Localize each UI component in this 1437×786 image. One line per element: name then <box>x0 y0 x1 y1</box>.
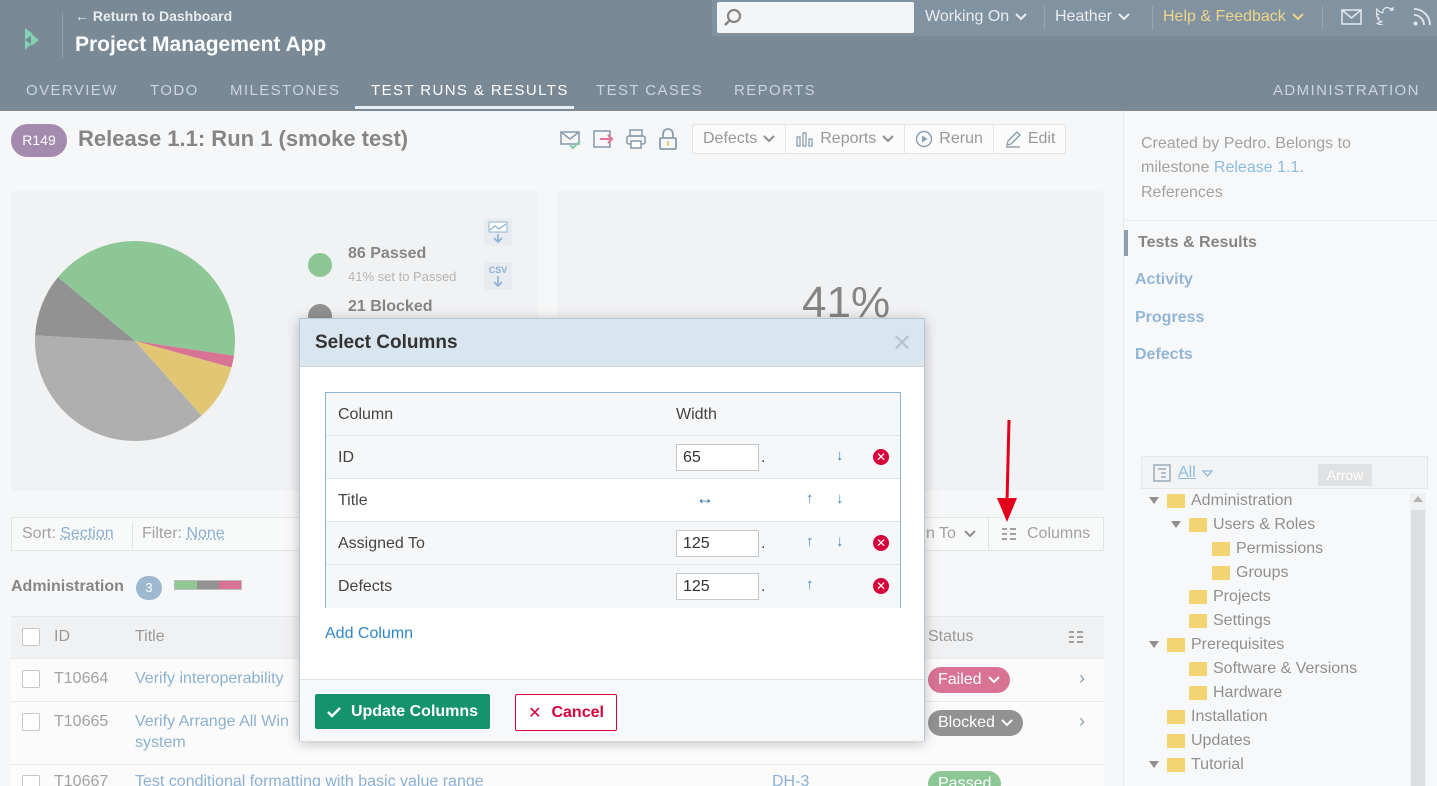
column-header-label: Column <box>338 406 394 423</box>
dialog-title: Select Columns <box>315 332 458 353</box>
close-icon[interactable]: ✕ <box>892 329 912 358</box>
move-down-arrow-icon[interactable]: ↓ <box>836 533 844 550</box>
column-name: Assigned To <box>338 535 425 552</box>
column-row-defects: Defects . ↑ ✕ <box>326 565 900 608</box>
columns-table: Column Width ID . ↓ ✕ Title ↔ ↑ ↓ Assign… <box>325 392 901 608</box>
remove-column-icon[interactable]: ✕ <box>873 449 889 465</box>
move-down-arrow-icon[interactable]: ↓ <box>836 447 844 464</box>
update-columns-label: Update Columns <box>350 702 479 720</box>
column-name: ID <box>338 449 354 466</box>
column-row-assigned-to: Assigned To . ↑ ↓ ✕ <box>326 522 900 565</box>
close-icon: ✕ <box>528 704 542 722</box>
width-unit-dot: . <box>761 449 766 466</box>
column-width-input[interactable] <box>676 444 759 471</box>
select-columns-dialog: Select Columns ✕ Column Width ID . ↓ ✕ T… <box>299 318 925 741</box>
update-columns-button[interactable]: Update Columns <box>315 694 490 729</box>
checkmark-icon <box>327 706 341 718</box>
move-up-arrow-icon[interactable]: ↑ <box>806 576 814 593</box>
auto-width-icon: ↔ <box>696 488 714 508</box>
move-up-arrow-icon[interactable]: ↑ <box>806 490 814 507</box>
column-row-id: ID . ↓ ✕ <box>326 436 900 479</box>
column-width-input[interactable] <box>676 530 759 557</box>
move-up-arrow-icon[interactable]: ↑ <box>806 533 814 550</box>
remove-column-icon[interactable]: ✕ <box>873 578 889 594</box>
cancel-label: Cancel <box>551 703 604 721</box>
columns-table-header: Column Width <box>326 393 900 436</box>
remove-column-icon[interactable]: ✕ <box>873 535 889 551</box>
move-down-arrow-icon[interactable]: ↓ <box>836 490 844 507</box>
width-header-label: Width <box>676 406 717 423</box>
column-row-title: Title ↔ ↑ ↓ <box>326 479 900 522</box>
annotation-arrow-icon <box>997 419 1017 522</box>
column-name: Title <box>338 492 368 509</box>
width-unit-dot: . <box>761 578 766 595</box>
add-column-link[interactable]: Add Column <box>325 625 413 643</box>
cancel-button[interactable]: ✕ Cancel <box>515 694 617 731</box>
column-width-input[interactable] <box>676 573 759 600</box>
width-unit-dot: . <box>761 535 766 552</box>
column-name: Defects <box>338 578 393 595</box>
